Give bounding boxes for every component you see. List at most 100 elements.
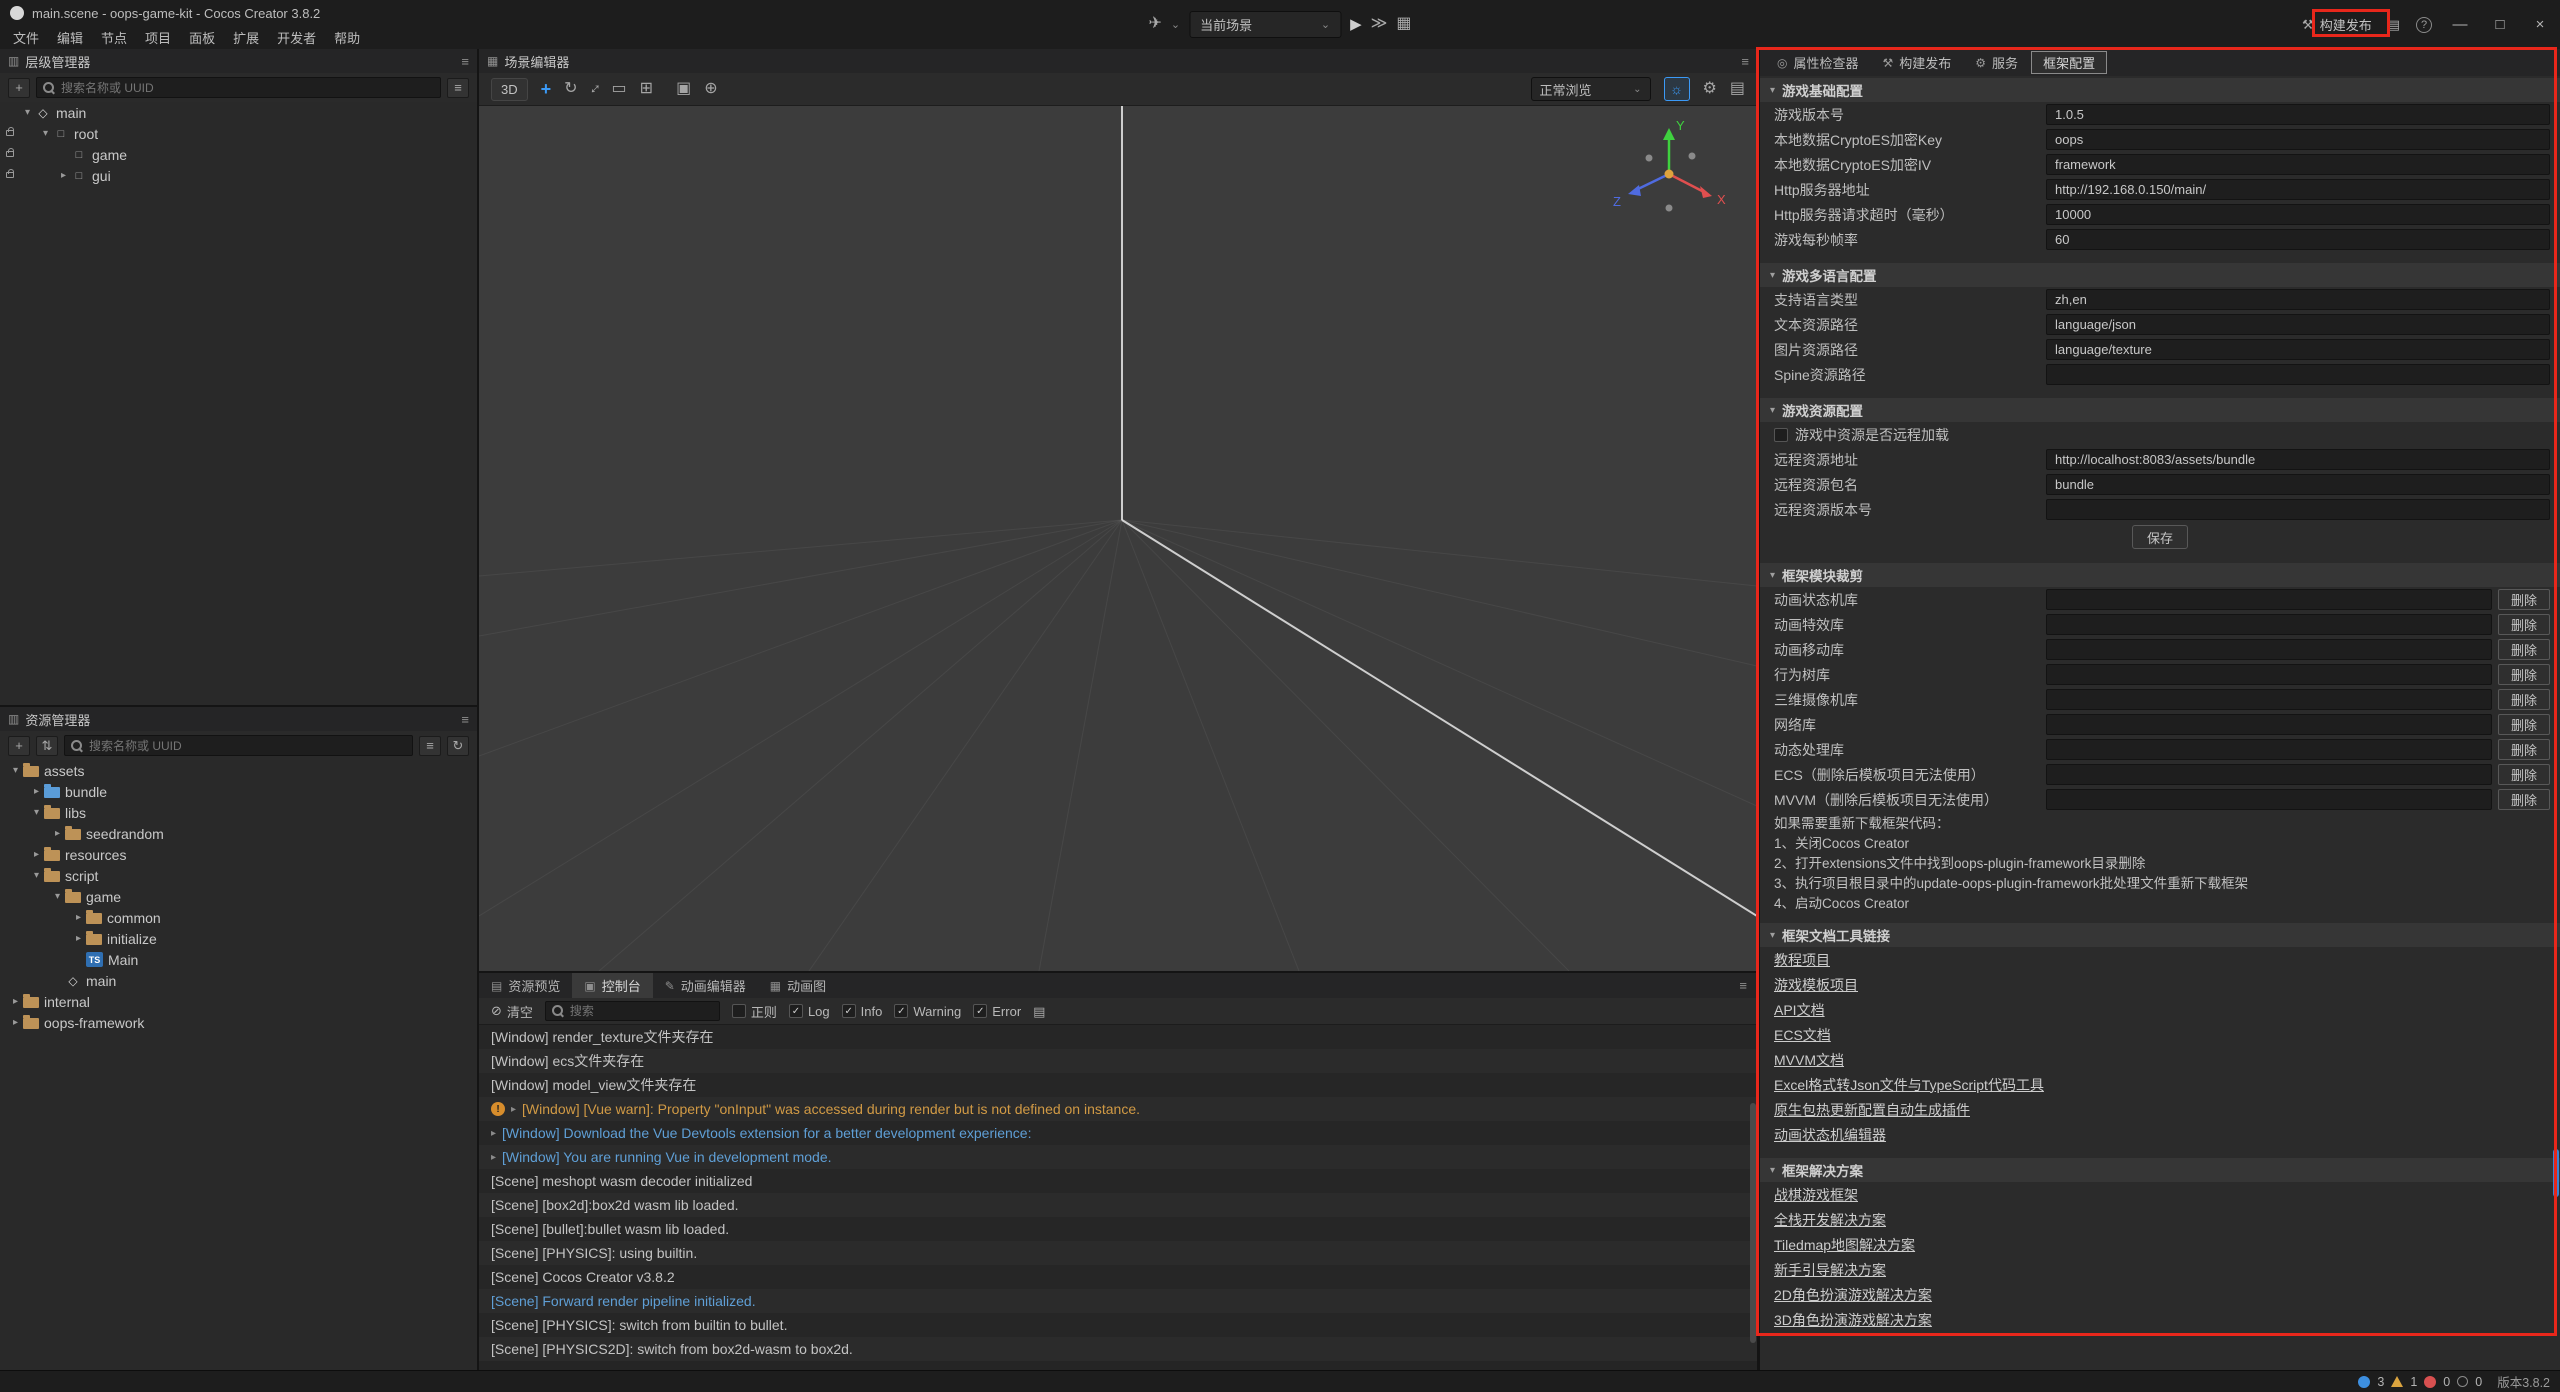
- hierarchy-search-box[interactable]: [36, 77, 441, 98]
- console-log-row[interactable]: [Scene] [bullet]:bullet wasm lib loaded.: [479, 1217, 1757, 1241]
- lighting-toggle-icon[interactable]: ☼: [1664, 77, 1690, 101]
- add-asset-button[interactable]: +: [8, 736, 30, 756]
- regex-toggle[interactable]: 正则: [732, 1002, 777, 1021]
- axis-gizmo[interactable]: Y X Z: [1603, 116, 1743, 236]
- delete-button[interactable]: 删除: [2498, 764, 2550, 785]
- console-filter-warning[interactable]: ✓Warning: [894, 1004, 961, 1019]
- preview-device-icon[interactable]: ✈: [1148, 16, 1161, 32]
- console-log-row[interactable]: [Scene] [PHYSICS]: switch from builtin t…: [479, 1313, 1757, 1337]
- menu-item[interactable]: 开发者: [268, 27, 325, 48]
- tree-expand-icon[interactable]: ▸: [29, 786, 44, 797]
- console-log-row[interactable]: [Scene] [PHYSICS]: using builtin.: [479, 1241, 1757, 1265]
- module-input[interactable]: [2046, 639, 2492, 660]
- inspector-scrollbar[interactable]: [2553, 1149, 2559, 1197]
- console-tab[interactable]: ▦动画图: [758, 973, 838, 998]
- scene-gear-icon[interactable]: ⚙: [1703, 81, 1717, 97]
- scene-viewport[interactable]: Y X Z: [479, 106, 1757, 971]
- console-scrollbar[interactable]: [1750, 1103, 1756, 1343]
- scale-tool-icon[interactable]: ↕: [586, 81, 603, 98]
- console-filter-log[interactable]: ✓Log: [789, 1004, 830, 1019]
- rotate-tool-icon[interactable]: ↻: [564, 81, 577, 97]
- inspector-tab[interactable]: ⚒构建发布: [1872, 51, 1963, 74]
- panel-menu-icon[interactable]: ≡: [1741, 54, 1749, 69]
- module-input[interactable]: [2046, 689, 2492, 710]
- warning-count-icon[interactable]: [2391, 1376, 2403, 1387]
- asset-row[interactable]: ▸initialize: [0, 928, 477, 949]
- section-header[interactable]: ▾游戏资源配置: [1760, 398, 2560, 422]
- section-header[interactable]: ▾游戏基础配置: [1760, 78, 2560, 102]
- tree-collapse-icon[interactable]: ▾: [38, 128, 53, 139]
- config-text-input[interactable]: 1.0.5: [2046, 104, 2550, 125]
- delete-button[interactable]: 删除: [2498, 739, 2550, 760]
- doc-link[interactable]: 全栈开发解决方案: [1760, 1207, 2560, 1232]
- doc-link[interactable]: 原生包热更新配置自动生成插件: [1760, 1097, 2560, 1122]
- console-log-row[interactable]: ▸[Window] Download the Vue Devtools exte…: [479, 1121, 1757, 1145]
- config-text-input[interactable]: language/json: [2046, 314, 2550, 335]
- console-search-box[interactable]: [545, 1001, 720, 1021]
- asset-row[interactable]: ▾game: [0, 886, 477, 907]
- filter-icon[interactable]: ≡: [447, 78, 469, 98]
- console-log-row[interactable]: [Scene] Forward render pipeline initiali…: [479, 1289, 1757, 1313]
- inspector-tab[interactable]: 框架配置: [2031, 51, 2107, 74]
- console-log-row[interactable]: [Scene] Cocos Creator v3.8.2: [479, 1265, 1757, 1289]
- console-filter-info[interactable]: ✓Info: [842, 1004, 883, 1019]
- section-header[interactable]: ▾框架解决方案: [1760, 1158, 2560, 1182]
- config-text-input[interactable]: 60: [2046, 229, 2550, 250]
- asset-row[interactable]: ▸common: [0, 907, 477, 928]
- hierarchy-node-row[interactable]: ▾□root: [0, 123, 477, 144]
- tree-expand-icon[interactable]: ▸: [8, 1017, 23, 1028]
- tree-expand-icon[interactable]: ▸: [29, 849, 44, 860]
- help-icon[interactable]: ?: [2416, 17, 2432, 33]
- asset-row[interactable]: ▸internal: [0, 991, 477, 1012]
- asset-row[interactable]: ◇main: [0, 970, 477, 991]
- menu-item[interactable]: 面板: [180, 27, 224, 48]
- section-header[interactable]: ▾框架文档工具链接: [1760, 923, 2560, 947]
- menu-item[interactable]: 帮助: [325, 27, 369, 48]
- console-log-row[interactable]: [Scene] [PHYSICS2D]: switch from box2d-w…: [479, 1337, 1757, 1361]
- package-icon[interactable]: ▤: [2388, 18, 2400, 31]
- console-log-row[interactable]: [Scene] meshopt wasm decoder initialized: [479, 1169, 1757, 1193]
- tree-collapse-icon[interactable]: ▾: [29, 807, 44, 818]
- tree-expand-icon[interactable]: ▸: [71, 912, 86, 923]
- minimize-button[interactable]: —: [2448, 16, 2472, 33]
- info-count-icon[interactable]: [2358, 1376, 2370, 1388]
- menu-item[interactable]: 节点: [92, 27, 136, 48]
- coordinate-toggle-icon[interactable]: ⊕: [704, 81, 717, 97]
- config-text-input[interactable]: [2046, 499, 2550, 520]
- console-tab[interactable]: ✎动画编辑器: [653, 973, 758, 998]
- console-log-row[interactable]: [Window] ecs文件夹存在: [479, 1049, 1757, 1073]
- expand-icon[interactable]: ▸: [511, 1104, 516, 1115]
- console-tab[interactable]: ▣控制台: [572, 973, 652, 998]
- anchor-tool-icon[interactable]: ⊞: [640, 81, 653, 97]
- doc-link[interactable]: 2D角色扮演游戏解决方案: [1760, 1282, 2560, 1307]
- config-text-input[interactable]: zh,en: [2046, 289, 2550, 310]
- step-button[interactable]: ≫: [1371, 16, 1388, 32]
- doc-link[interactable]: 动画状态机编辑器: [1760, 1122, 2560, 1147]
- asset-row[interactable]: TSMain: [0, 949, 477, 970]
- tree-collapse-icon[interactable]: ▾: [50, 891, 65, 902]
- filter-icon[interactable]: ≡: [419, 736, 441, 756]
- doc-link[interactable]: MVVM文档: [1760, 1047, 2560, 1072]
- add-node-button[interactable]: +: [8, 78, 30, 98]
- module-input[interactable]: [2046, 714, 2492, 735]
- console-tab[interactable]: ▤资源预览: [479, 973, 572, 998]
- menu-item[interactable]: 项目: [136, 27, 180, 48]
- preview-dropdown-icon[interactable]: ⌄: [1171, 18, 1180, 31]
- delete-button[interactable]: 删除: [2498, 789, 2550, 810]
- module-input[interactable]: [2046, 739, 2492, 760]
- tree-expand-icon[interactable]: ▸: [50, 828, 65, 839]
- assets-search-box[interactable]: [64, 735, 413, 756]
- doc-link[interactable]: 新手引导解决方案: [1760, 1257, 2560, 1282]
- hierarchy-node-row[interactable]: ▸□gui: [0, 165, 477, 186]
- asset-row[interactable]: ▸seedrandom: [0, 823, 477, 844]
- assets-search-input[interactable]: [89, 739, 406, 753]
- console-log-row[interactable]: [Scene] [box2d]:box2d wasm lib loaded.: [479, 1193, 1757, 1217]
- delete-button[interactable]: 删除: [2498, 589, 2550, 610]
- export-log-icon[interactable]: ▤: [1033, 1005, 1045, 1018]
- asset-row[interactable]: ▸bundle: [0, 781, 477, 802]
- doc-link[interactable]: 战棋游戏框架: [1760, 1182, 2560, 1207]
- doc-link[interactable]: 3D角色扮演游戏解决方案: [1760, 1307, 2560, 1332]
- doc-link[interactable]: 游戏模板项目: [1760, 972, 2560, 997]
- save-button[interactable]: 保存: [2132, 525, 2188, 549]
- delete-button[interactable]: 删除: [2498, 689, 2550, 710]
